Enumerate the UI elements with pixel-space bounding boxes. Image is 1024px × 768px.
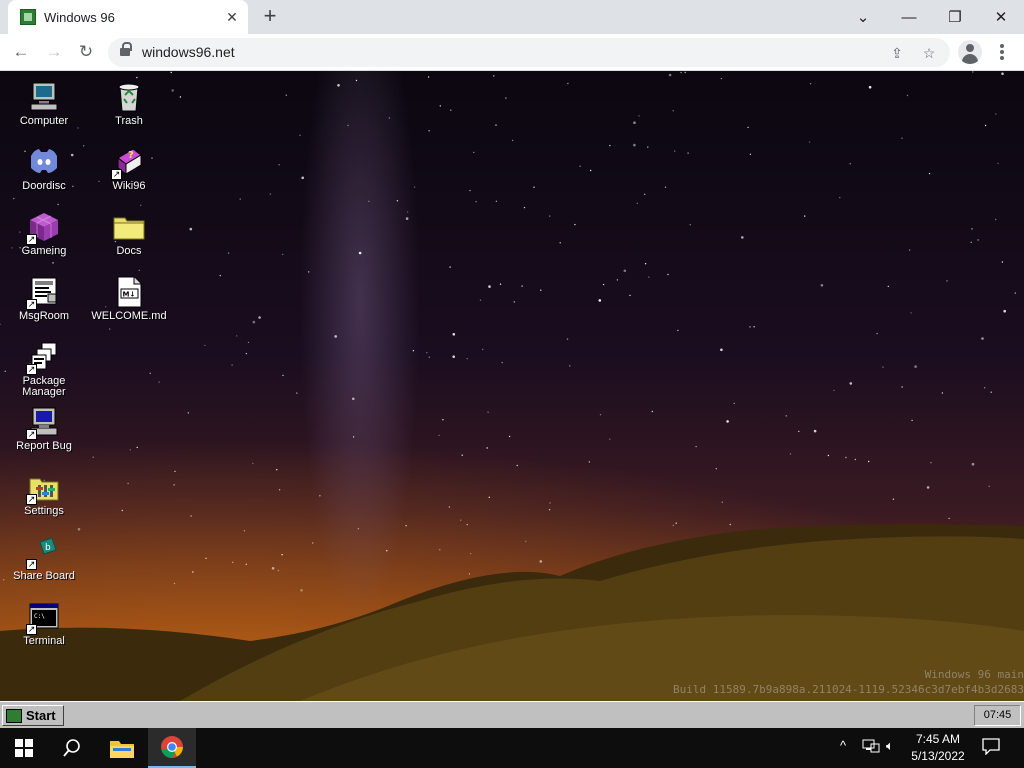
desktop-icon-doordisc[interactable]: Doordisc xyxy=(4,146,84,192)
share-icon[interactable]: ⇪ xyxy=(886,42,908,64)
clock-time: 7:45 AM xyxy=(915,732,961,746)
forward-arrow-icon[interactable]: → xyxy=(41,40,67,64)
tab-title: Windows 96 xyxy=(44,9,115,25)
desktop-icon-computer[interactable]: Computer xyxy=(4,81,84,127)
report-bug-icon: ↗ xyxy=(26,406,60,440)
shortcut-arrow-icon: ↗ xyxy=(26,624,37,635)
new-tab-button[interactable]: + xyxy=(258,5,282,29)
share-board-icon: b ↗ xyxy=(26,536,60,570)
svg-text:b: b xyxy=(45,543,51,553)
desktop-icon-docs[interactable]: Docs xyxy=(89,211,169,257)
close-window-button[interactable]: ✕ xyxy=(978,0,1024,34)
win96-logo-icon xyxy=(6,708,22,723)
win96-start-button[interactable]: Start xyxy=(2,705,64,726)
notifications-icon[interactable] xyxy=(982,737,1000,758)
windows96-favicon-icon xyxy=(20,9,36,25)
win96-taskbar: Start 07:45 xyxy=(0,701,1024,728)
svg-text:?: ? xyxy=(128,150,134,161)
windows-start-icon[interactable] xyxy=(0,728,48,768)
shortcut-arrow-icon: ↗ xyxy=(26,559,37,570)
lock-icon[interactable] xyxy=(120,42,132,58)
markdown-file-icon: M↓ xyxy=(113,276,145,308)
win96-desktop[interactable]: Computer Trash Doordisc ? ↗ Wiki96 ↗ Gam… xyxy=(0,71,1024,701)
game-cube-icon: ↗ xyxy=(26,211,60,245)
system-clock[interactable]: 7:45 AM 5/13/2022 xyxy=(905,731,971,765)
clock-date: 5/13/2022 xyxy=(911,749,965,763)
browser-menu-icon[interactable] xyxy=(992,42,1012,62)
chrome-taskbar-icon[interactable] xyxy=(148,728,196,768)
help-book-icon: ? ↗ xyxy=(111,146,145,180)
terminal-icon: C:\ ↗ xyxy=(26,601,60,635)
back-arrow-icon[interactable]: ← xyxy=(8,40,34,64)
package-icon: ↗ xyxy=(26,341,60,375)
profile-avatar-icon[interactable] xyxy=(958,40,982,64)
bookmark-star-icon[interactable]: ☆ xyxy=(918,42,940,64)
reload-icon[interactable]: ↻ xyxy=(73,40,99,64)
desktop-icon-settings[interactable]: ↗ Settings xyxy=(4,471,84,517)
settings-icon: ↗ xyxy=(26,471,60,505)
close-tab-icon[interactable]: ✕ xyxy=(224,9,240,25)
discord-icon xyxy=(28,146,60,178)
desktop-icon-report-bug[interactable]: ↗ Report Bug xyxy=(4,406,84,452)
browser-tab-windows96[interactable]: Windows 96 ✕ xyxy=(8,0,248,34)
chat-room-icon: ↗ xyxy=(26,276,60,310)
show-hidden-icons-chevron-up-icon[interactable]: ^ xyxy=(840,738,846,753)
shortcut-arrow-icon: ↗ xyxy=(26,494,37,505)
search-icon[interactable] xyxy=(48,728,96,768)
volume-icon[interactable]: 🔈︎ xyxy=(886,738,894,754)
desktop-icon-welcome-md[interactable]: M↓ WELCOME.md xyxy=(89,276,169,322)
tab-search-chevron-down-icon[interactable]: ⌄ xyxy=(840,0,886,34)
svg-text:C:\: C:\ xyxy=(34,613,45,620)
recycle-bin-icon xyxy=(113,81,145,113)
shortcut-arrow-icon: ↗ xyxy=(111,169,122,180)
win96-clock: 07:45 xyxy=(974,705,1021,726)
desktop-icon-terminal[interactable]: C:\ ↗ Terminal xyxy=(4,601,84,647)
start-label: Start xyxy=(26,708,56,723)
shortcut-arrow-icon: ↗ xyxy=(26,234,37,245)
browser-tab-strip: Windows 96 ✕ + ⌄ — ❐ ✕ xyxy=(0,0,1024,34)
svg-text:M↓: M↓ xyxy=(123,291,136,299)
network-icon[interactable] xyxy=(862,738,880,757)
address-bar[interactable]: windows96.net ⇪ ☆ xyxy=(108,38,950,67)
build-watermark: Build 11589.7b9a898a.211024-1119.52346c3… xyxy=(673,683,1024,696)
desktop-icon-msgroom[interactable]: ↗ MsgRoom xyxy=(4,276,84,322)
windows-taskbar: ^ 🔈︎ 7:45 AM 5/13/2022 xyxy=(0,728,1024,768)
minimize-button[interactable]: — xyxy=(886,0,932,34)
shortcut-arrow-icon: ↗ xyxy=(26,429,37,440)
desktop-icon-gameing[interactable]: ↗ Gameing xyxy=(4,211,84,257)
file-explorer-icon[interactable] xyxy=(98,728,146,768)
restore-button[interactable]: ❐ xyxy=(932,0,978,34)
computer-icon xyxy=(28,81,60,113)
url-text[interactable]: windows96.net xyxy=(142,44,235,60)
desktop-icon-wiki96[interactable]: ? ↗ Wiki96 xyxy=(89,146,169,192)
desktop-icon-share-board[interactable]: b ↗ Share Board xyxy=(4,536,84,582)
shortcut-arrow-icon: ↗ xyxy=(26,364,37,375)
desktop-icon-package-manager[interactable]: ↗ Package Manager xyxy=(4,341,84,398)
version-watermark: Windows 96 main xyxy=(924,668,1024,681)
folder-icon xyxy=(113,211,145,243)
browser-toolbar: ← → ↻ windows96.net ⇪ ☆ xyxy=(0,34,1024,71)
desktop-icon-trash[interactable]: Trash xyxy=(89,81,169,127)
shortcut-arrow-icon: ↗ xyxy=(26,299,37,310)
